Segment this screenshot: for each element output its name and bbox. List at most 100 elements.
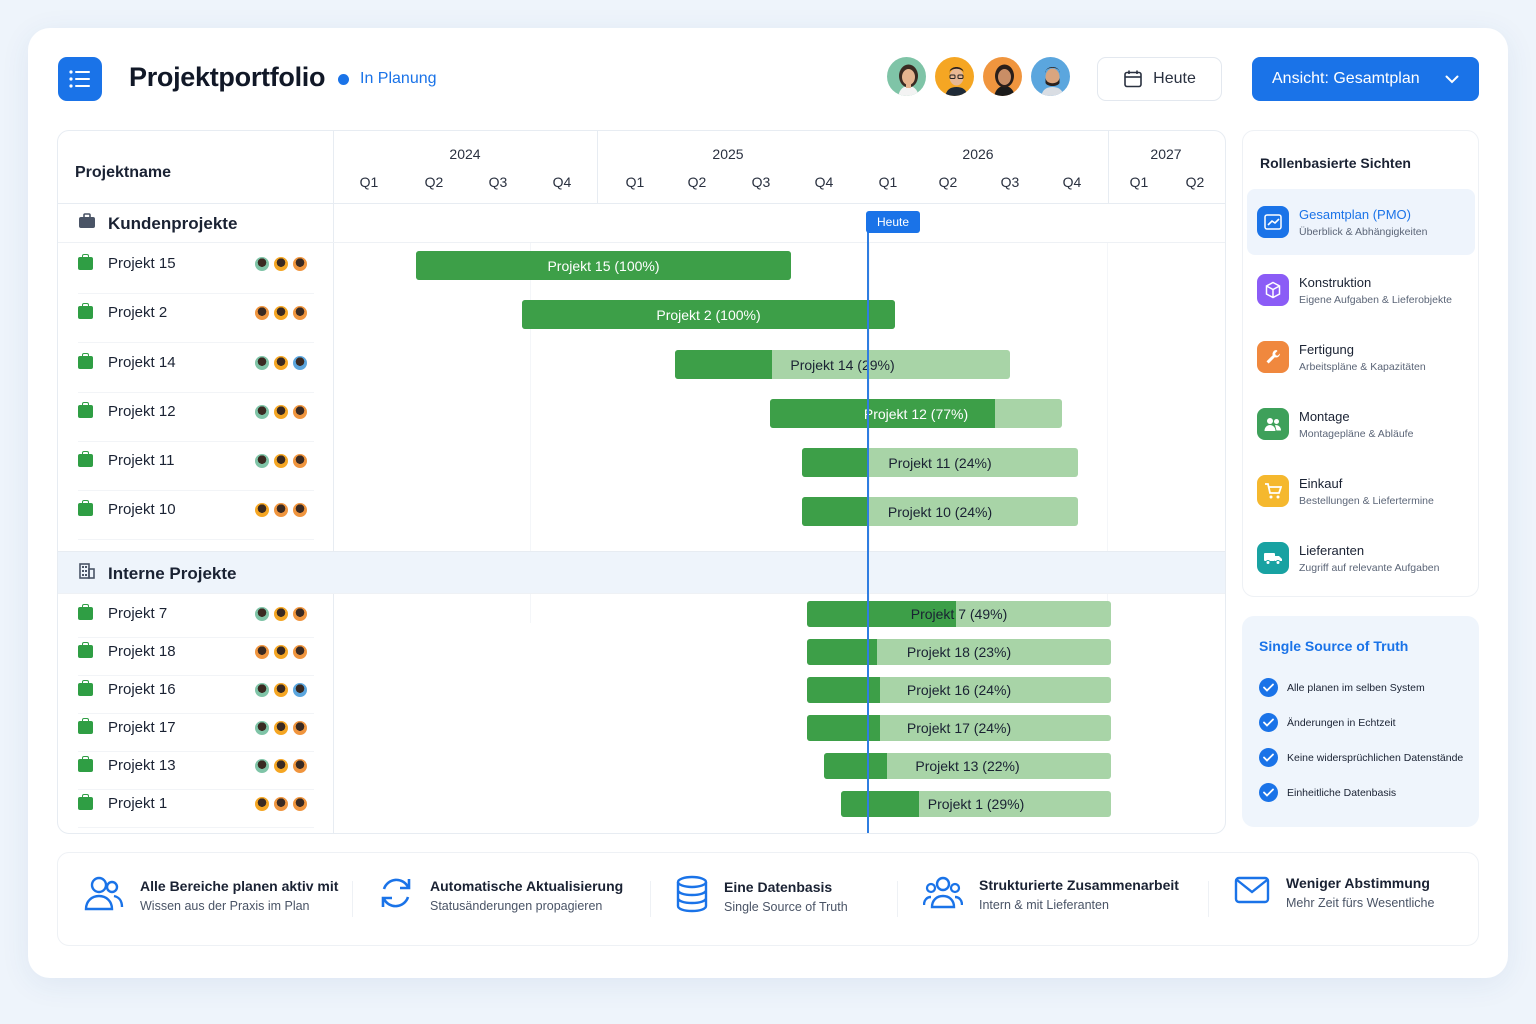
briefcase-icon xyxy=(78,794,93,810)
role-item-wrench[interactable]: Fertigung Arbeitspläne & Kapazitäten xyxy=(1247,324,1475,390)
mini-avatar xyxy=(292,256,308,272)
project-row-label[interactable]: Projekt 12 xyxy=(78,402,176,420)
today-line xyxy=(867,231,869,833)
mail-icon xyxy=(1234,876,1270,909)
mini-avatar xyxy=(292,355,308,371)
project-row-label[interactable]: Projekt 2 xyxy=(78,303,168,321)
gantt-bar[interactable]: Projekt 16 (24%) xyxy=(807,677,1111,703)
mini-avatar xyxy=(273,796,289,812)
role-item-cube[interactable]: Konstruktion Eigene Aufgaben & Lieferobje… xyxy=(1247,257,1475,323)
avatar[interactable] xyxy=(1029,55,1072,98)
gantt-bar[interactable]: Projekt 11 (24%) xyxy=(802,448,1078,477)
today-button[interactable]: Heute xyxy=(1097,57,1222,101)
project-team-avatars[interactable] xyxy=(254,720,308,736)
role-item-truck[interactable]: Lieferanten Zugriff auf relevante Aufgabe… xyxy=(1247,525,1475,591)
year-label: 2027 xyxy=(1150,146,1182,162)
project-team-avatars[interactable] xyxy=(254,355,308,371)
role-text: Lieferanten Zugriff auf relevante Aufgabe… xyxy=(1299,543,1440,574)
project-row-label[interactable]: Projekt 15 xyxy=(78,254,176,272)
gantt-bar[interactable]: Projekt 14 (29%) xyxy=(675,350,1010,379)
role-name: Lieferanten xyxy=(1299,542,1365,558)
gantt-bar[interactable]: Projekt 18 (23%) xyxy=(807,639,1111,665)
cart-icon xyxy=(1257,475,1289,507)
project-team-avatars[interactable] xyxy=(254,453,308,469)
role-views-panel: Rollenbasierte Sichten Gesamtplan (PMO) Ü… xyxy=(1242,130,1479,597)
project-row-label[interactable]: Projekt 16 xyxy=(78,680,176,698)
quarter-label: Q1 xyxy=(359,174,379,190)
team-icon xyxy=(1257,408,1289,440)
project-row-label[interactable]: Projekt 11 xyxy=(78,451,175,469)
group-name: Kundenprojekte xyxy=(108,213,238,233)
gantt-bar[interactable]: Projekt 10 (24%) xyxy=(802,497,1078,526)
briefcase-icon xyxy=(78,213,96,234)
role-item-team[interactable]: Montage Montagepläne & Abläufe xyxy=(1247,391,1475,457)
gantt-bar-label: Projekt 16 (24%) xyxy=(906,682,1012,698)
menu-list-icon[interactable] xyxy=(58,57,102,101)
mini-avatar xyxy=(273,720,289,736)
role-text: Gesamtplan (PMO) Überblick & Abhängigkeit… xyxy=(1299,207,1427,238)
gantt-bar[interactable]: Projekt 1 (29%) xyxy=(841,791,1111,817)
project-row-label[interactable]: Projekt 14 xyxy=(78,353,176,371)
feature-separator xyxy=(897,881,898,917)
mini-avatar xyxy=(292,796,308,812)
project-name: Projekt 16 xyxy=(108,681,176,698)
gantt-bar-label: Projekt 1 (29%) xyxy=(927,796,1025,812)
gantt-bar[interactable]: Projekt 17 (24%) xyxy=(807,715,1111,741)
briefcase-icon xyxy=(78,680,93,696)
feature-text: Strukturierte Zusammenarbeit Intern & mit… xyxy=(979,877,1179,912)
project-team-avatars[interactable] xyxy=(254,758,308,774)
project-name: Projekt 2 xyxy=(108,304,168,321)
quarter-label: Q4 xyxy=(814,174,834,190)
truck-icon xyxy=(1257,542,1289,574)
role-text: Einkauf Bestellungen & Liefertermine xyxy=(1299,476,1434,507)
project-name: Projekt 11 xyxy=(108,452,175,469)
feature-text: Weniger Abstimmung Mehr Zeit fürs Wesentl… xyxy=(1286,875,1434,910)
mini-avatar xyxy=(254,606,270,622)
mini-avatar xyxy=(254,355,270,371)
project-row-label[interactable]: Projekt 10 xyxy=(78,500,176,518)
project-row-label[interactable]: Projekt 17 xyxy=(78,718,176,736)
project-team-avatars[interactable] xyxy=(254,682,308,698)
avatar[interactable] xyxy=(933,55,976,98)
project-team-avatars[interactable] xyxy=(254,404,308,420)
mini-avatar xyxy=(254,720,270,736)
project-team-avatars[interactable] xyxy=(254,305,308,321)
check-circle-icon xyxy=(1259,678,1278,697)
view-select-button[interactable]: Ansicht: Gesamtplan xyxy=(1252,57,1479,101)
row-divider xyxy=(78,713,314,714)
row-divider xyxy=(78,342,314,343)
project-row-label[interactable]: Projekt 13 xyxy=(78,756,176,774)
role-item-chart[interactable]: Gesamtplan (PMO) Überblick & Abhängigkeit… xyxy=(1247,189,1475,255)
feature-subtitle: Intern & mit Lieferanten xyxy=(979,898,1109,912)
team-avatars[interactable] xyxy=(885,55,1072,98)
gantt-bar[interactable]: Projekt 12 (77%) xyxy=(770,399,1062,428)
avatar[interactable] xyxy=(981,55,1024,98)
quarter-label: Q2 xyxy=(1185,174,1205,190)
project-team-avatars[interactable] xyxy=(254,256,308,272)
gantt-bar[interactable]: Projekt 7 (49%) xyxy=(807,601,1111,627)
project-row-label[interactable]: Projekt 1 xyxy=(78,794,167,812)
briefcase-icon xyxy=(78,353,93,369)
project-row-label[interactable]: Projekt 18 xyxy=(78,642,176,660)
role-item-cart[interactable]: Einkauf Bestellungen & Liefertermine xyxy=(1247,458,1475,524)
sst-item-label: Einheitliche Datenbasis xyxy=(1287,786,1397,799)
project-team-avatars[interactable] xyxy=(254,502,308,518)
project-name: Projekt 12 xyxy=(108,403,176,420)
check-circle-icon xyxy=(1259,783,1278,802)
mini-avatar xyxy=(292,682,308,698)
briefcase-icon xyxy=(78,642,93,658)
project-team-avatars[interactable] xyxy=(254,644,308,660)
project-row-label[interactable]: Projekt 7 xyxy=(78,604,167,622)
avatar[interactable] xyxy=(885,55,928,98)
role-description: Zugriff auf relevante Aufgaben xyxy=(1299,561,1440,574)
year-label: 2025 xyxy=(712,146,744,162)
briefcase-icon xyxy=(78,500,93,516)
feature-title: Alle Bereiche planen aktiv mit xyxy=(140,878,339,894)
row-divider xyxy=(78,392,314,393)
gantt-bar[interactable]: Projekt 15 (100%) xyxy=(416,251,791,280)
gantt-bar[interactable]: Projekt 2 (100%) xyxy=(522,300,895,329)
project-team-avatars[interactable] xyxy=(254,796,308,812)
gantt-bar-label: Projekt 10 (24%) xyxy=(887,503,993,520)
project-team-avatars[interactable] xyxy=(254,606,308,622)
sst-item-label: Änderungen in Echtzeit xyxy=(1287,716,1396,729)
